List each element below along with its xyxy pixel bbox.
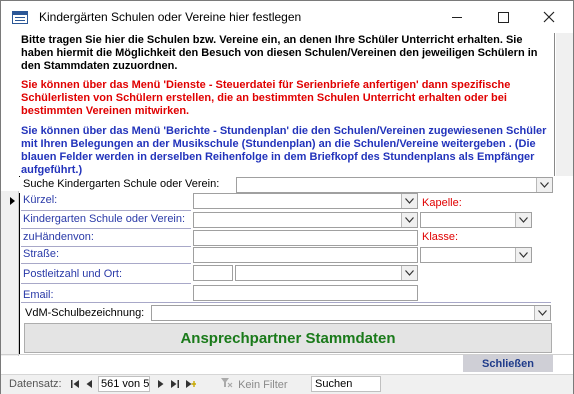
kuerzel-field[interactable] <box>193 193 418 209</box>
current-record-arrow-icon <box>10 197 15 205</box>
next-record-icon[interactable] <box>154 378 166 390</box>
info-paragraph-serienbriefe: Sie können über das Menü 'Dienste - Steu… <box>21 79 511 117</box>
plz-label: Postleitzahl und Ort: <box>23 268 123 280</box>
klasse-field[interactable] <box>420 247 532 263</box>
navigation-bar: Datensatz: 561 von 5 Kein Filter Suchen <box>1 374 573 394</box>
vdm-label: VdM-Schulbezeichnung: <box>25 307 145 319</box>
email-label: Email: <box>23 289 54 301</box>
title-bar: Kindergärten Schulen oder Vereine hier f… <box>1 1 573 33</box>
info-paragraph-stundenplan: Sie können über das Menü 'Berichte - Stu… <box>21 125 547 176</box>
filter-icon <box>221 378 235 391</box>
plz-field[interactable] <box>193 265 233 281</box>
strasse-field[interactable] <box>193 247 418 263</box>
record-label: Datensatz: <box>9 378 62 390</box>
schule-label: Kindergarten Schule oder Verein: <box>23 213 186 225</box>
separator-line <box>21 246 191 247</box>
kuerzel-label: Kürzel: <box>23 194 58 206</box>
form-window: Kindergärten Schulen oder Vereine hier f… <box>0 0 574 394</box>
chevron-down-icon[interactable] <box>515 213 531 227</box>
record-selector[interactable] <box>1 191 19 356</box>
contacts-button[interactable]: Ansprechpartner Stammdaten <box>24 323 552 353</box>
chevron-down-icon[interactable] <box>401 266 417 280</box>
info-scrollbar[interactable] <box>556 33 573 176</box>
form-icon <box>12 11 28 24</box>
nav-search-input[interactable]: Suchen <box>311 376 381 392</box>
info-paragraph-instructions: Bitte tragen Sie hier die Schulen bzw. V… <box>21 34 538 72</box>
search-label: Suche Kindergarten Schule oder Verein: <box>23 178 220 190</box>
last-record-icon[interactable] <box>168 378 180 390</box>
kapelle-label: Kapelle: <box>422 197 462 209</box>
no-filter-label: Kein Filter <box>238 379 288 391</box>
record-position-input[interactable]: 561 von 5 <box>98 376 150 392</box>
separator-line <box>21 228 191 229</box>
first-record-icon[interactable] <box>69 378 81 390</box>
previous-record-icon[interactable] <box>83 378 95 390</box>
left-divider <box>19 176 20 354</box>
separator-line <box>21 302 551 303</box>
zuhaenden-field[interactable] <box>193 230 418 246</box>
close-button[interactable]: Schließen <box>463 355 553 372</box>
vdm-field[interactable] <box>151 305 551 321</box>
chevron-down-icon[interactable] <box>536 178 552 192</box>
search-combobox[interactable] <box>236 177 553 193</box>
chevron-down-icon[interactable] <box>401 194 417 208</box>
strasse-label: Straße: <box>23 248 60 260</box>
schule-field[interactable] <box>193 212 418 228</box>
minimize-icon <box>452 16 462 18</box>
email-field[interactable] <box>193 285 418 301</box>
chevron-down-icon[interactable] <box>515 248 531 262</box>
chevron-down-icon[interactable] <box>534 306 550 320</box>
new-record-icon[interactable] <box>184 378 196 390</box>
window-title: Kindergärten Schulen oder Vereine hier f… <box>39 10 302 24</box>
maximize-button[interactable] <box>480 1 526 33</box>
separator-line <box>21 210 191 211</box>
zuhaenden-label: zuHändenvon: <box>23 231 94 243</box>
separator-line <box>21 263 191 264</box>
minimize-button[interactable] <box>434 1 480 33</box>
maximize-icon <box>497 11 509 23</box>
no-filter-indicator[interactable]: Kein Filter <box>221 378 288 391</box>
ort-field[interactable] <box>235 265 418 281</box>
close-icon <box>543 11 555 23</box>
info-text-area: Bitte tragen Sie hier die Schulen bzw. V… <box>19 33 555 176</box>
chevron-down-icon[interactable] <box>401 213 417 227</box>
kapelle-field[interactable] <box>420 212 532 228</box>
klasse-label: Klasse: <box>422 231 459 243</box>
separator-line <box>21 283 191 284</box>
close-window-button[interactable] <box>526 1 572 33</box>
